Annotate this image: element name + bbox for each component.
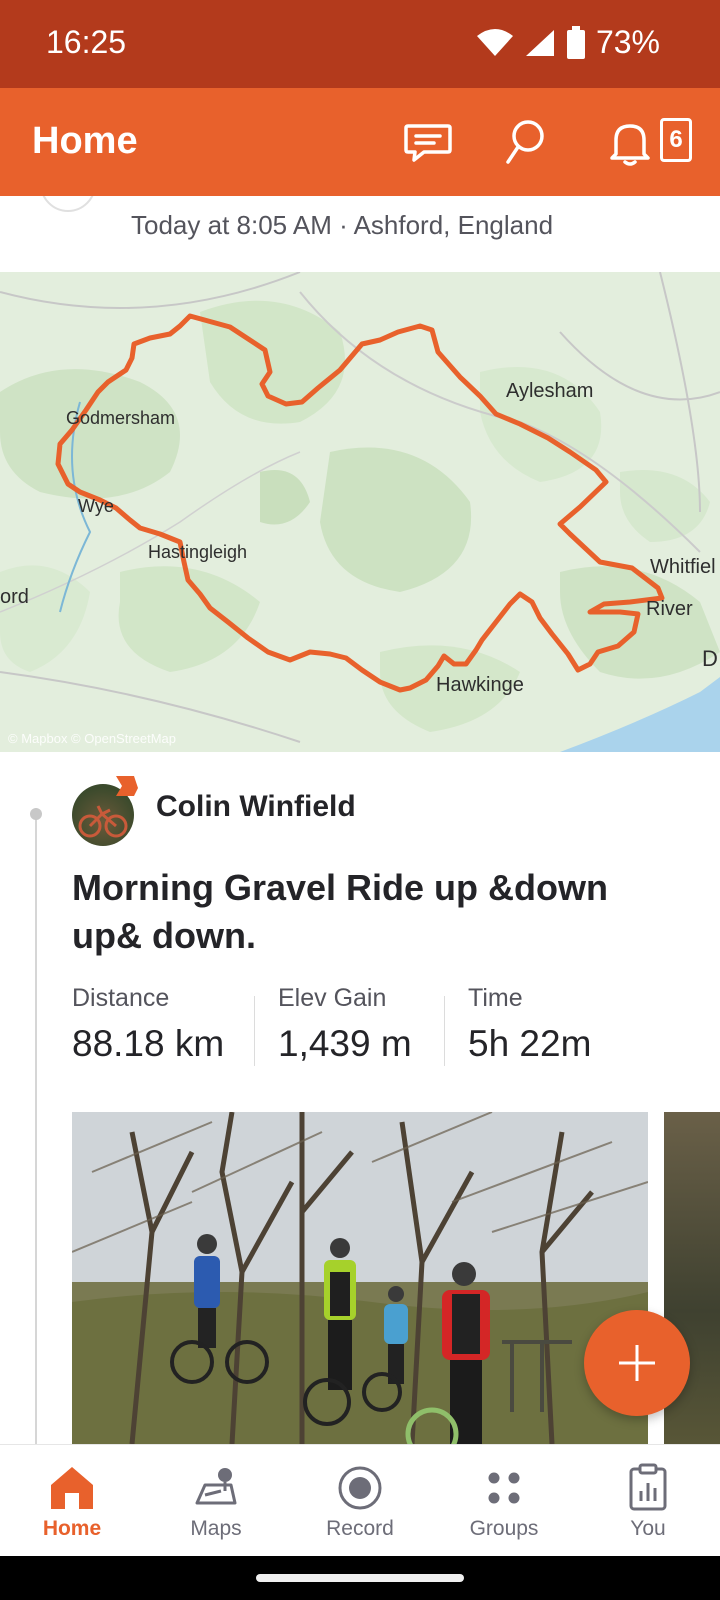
record-icon bbox=[338, 1466, 382, 1510]
timeline-dot bbox=[30, 808, 42, 820]
athlete-name[interactable]: Colin Winfield bbox=[156, 790, 356, 824]
nav-label: Home bbox=[42, 1517, 102, 1540]
system-gesture-area bbox=[0, 1556, 720, 1600]
nav-item-groups[interactable]: Groups bbox=[432, 1445, 576, 1557]
map-label-godmersham: Godmersham bbox=[66, 408, 176, 428]
chat-icon[interactable] bbox=[402, 116, 454, 168]
status-indicators: 73% bbox=[476, 24, 660, 61]
notification-count-badge[interactable]: 6 bbox=[660, 118, 692, 162]
nav-label: Groups bbox=[469, 1517, 539, 1540]
map-label-ord: ord bbox=[0, 586, 29, 608]
home-icon bbox=[51, 1467, 93, 1509]
stat-value: 1,439 m bbox=[278, 1023, 412, 1064]
stat-divider bbox=[254, 996, 255, 1066]
map-label-wye: Wye bbox=[78, 496, 114, 516]
timeline-line bbox=[35, 812, 37, 1444]
stat-time: Time 5h 22m bbox=[468, 984, 591, 1065]
stat-distance: Distance 88.18 km bbox=[72, 984, 224, 1065]
cell-signal-icon bbox=[525, 29, 554, 56]
nav-item-you[interactable]: You bbox=[576, 1445, 720, 1557]
nav-label: You bbox=[630, 1517, 666, 1540]
map-label-whitfield: Whitfiel bbox=[650, 556, 716, 578]
home-gesture-handle[interactable] bbox=[256, 1574, 464, 1582]
plus-icon bbox=[619, 1345, 655, 1381]
battery-icon bbox=[566, 25, 585, 59]
stat-elev-gain: Elev Gain 1,439 m bbox=[278, 984, 412, 1065]
nav-item-home[interactable]: Home bbox=[0, 1445, 144, 1557]
stat-label: Distance bbox=[72, 984, 170, 1012]
stat-value: 5h 22m bbox=[468, 1023, 592, 1064]
map-label-d: D bbox=[702, 646, 718, 671]
status-time: 16:25 bbox=[46, 24, 127, 60]
stat-divider bbox=[444, 996, 445, 1066]
app-bar: Home 6 bbox=[0, 88, 720, 196]
status-bar: 16:25 73% bbox=[0, 0, 720, 88]
map-label-aylesham: Aylesham bbox=[506, 380, 594, 402]
stat-value: 88.18 km bbox=[72, 1023, 225, 1064]
previous-activity-header: Today at 8:05 AM · Ashford, England bbox=[0, 196, 720, 272]
activity-title[interactable]: Morning Gravel Ride up &down up& down. bbox=[72, 864, 672, 960]
activity-meta: Today at 8:05 AM · Ashford, England bbox=[131, 210, 554, 240]
avatar bbox=[40, 196, 96, 212]
nav-item-record[interactable]: Record bbox=[288, 1445, 432, 1557]
search-icon[interactable] bbox=[498, 116, 550, 168]
map-attribution[interactable]: © Mapbox © OpenStreetMap bbox=[8, 731, 176, 746]
add-button[interactable] bbox=[584, 1310, 690, 1416]
groups-icon bbox=[488, 1472, 520, 1504]
map-label-hastingleigh: Hastingleigh bbox=[148, 542, 248, 562]
route-map[interactable]: Godmersham Wye Hastingleigh Aylesham Whi… bbox=[0, 272, 720, 752]
map-icon bbox=[195, 1468, 237, 1505]
you-icon bbox=[629, 1463, 667, 1511]
bottom-navigation: Home Maps Record Groups You bbox=[0, 1444, 720, 1556]
wifi-icon bbox=[476, 28, 513, 56]
stat-label: Elev Gain bbox=[278, 984, 387, 1012]
stat-label: Time bbox=[468, 984, 523, 1012]
subscriber-badge-icon bbox=[116, 776, 138, 796]
bell-icon[interactable] bbox=[604, 116, 656, 168]
map-label-hawkinge: Hawkinge bbox=[436, 674, 524, 696]
page-title: Home bbox=[32, 120, 138, 162]
nav-item-maps[interactable]: Maps bbox=[144, 1445, 288, 1557]
nav-label: Maps bbox=[190, 1517, 242, 1540]
map-label-river: River bbox=[646, 598, 693, 620]
battery-percent: 73% bbox=[595, 24, 660, 60]
activity-photo[interactable] bbox=[72, 1112, 648, 1444]
nav-label: Record bbox=[326, 1517, 394, 1540]
